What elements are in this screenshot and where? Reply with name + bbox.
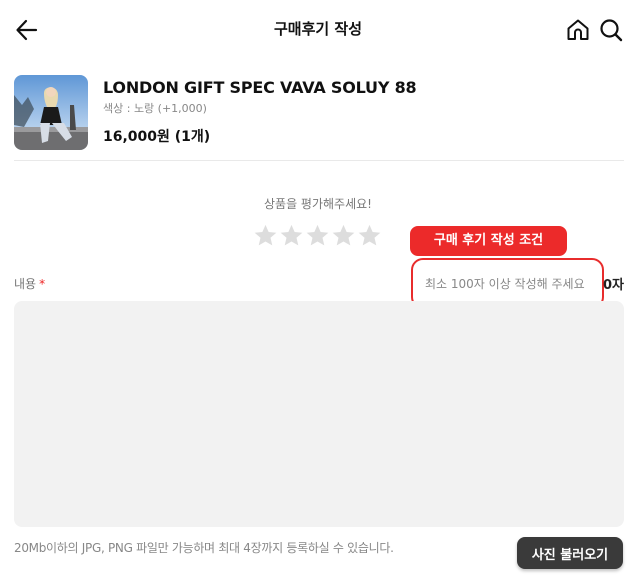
min-length-hint: 최소 100자 이상 작성해 주세요	[425, 277, 585, 291]
load-photo-button[interactable]: 사진 불러오기	[517, 537, 623, 569]
star-icon[interactable]	[279, 223, 304, 248]
product-option: 색상 : 노랑 (+1,000)	[103, 102, 207, 115]
star-icon[interactable]	[253, 223, 278, 248]
star-icon[interactable]	[357, 223, 382, 248]
product-price: 16,000원 (1개)	[103, 129, 211, 145]
page-title: 구매후기 작성	[273, 20, 363, 38]
section-divider	[14, 160, 624, 161]
product-name: LONDON GIFT SPEC VAVA SOLUY 88	[103, 78, 417, 97]
home-icon[interactable]	[565, 17, 591, 43]
rating-prompt: 상품을 평가해주세요!	[264, 197, 372, 211]
product-thumbnail	[14, 75, 88, 150]
product-summary: LONDON GIFT SPEC VAVA SOLUY 88 색상 : 노랑 (…	[14, 75, 624, 151]
star-icon[interactable]	[331, 223, 356, 248]
char-count: 0자	[603, 278, 625, 293]
review-condition-callout: 구매 후기 작성 조건	[410, 226, 567, 256]
content-label: 내용 *	[14, 275, 45, 292]
content-label-text: 내용	[14, 277, 37, 291]
review-textarea[interactable]	[14, 301, 624, 527]
header-bar: 구매후기 작성	[0, 0, 636, 58]
star-icon[interactable]	[305, 223, 330, 248]
search-icon[interactable]	[598, 17, 624, 43]
required-mark: *	[39, 277, 46, 291]
star-rating[interactable]	[253, 223, 385, 249]
upload-hint: 20Mb이하의 JPG, PNG 파일만 가능하며 최대 4장까지 등록하실 수…	[14, 541, 394, 555]
